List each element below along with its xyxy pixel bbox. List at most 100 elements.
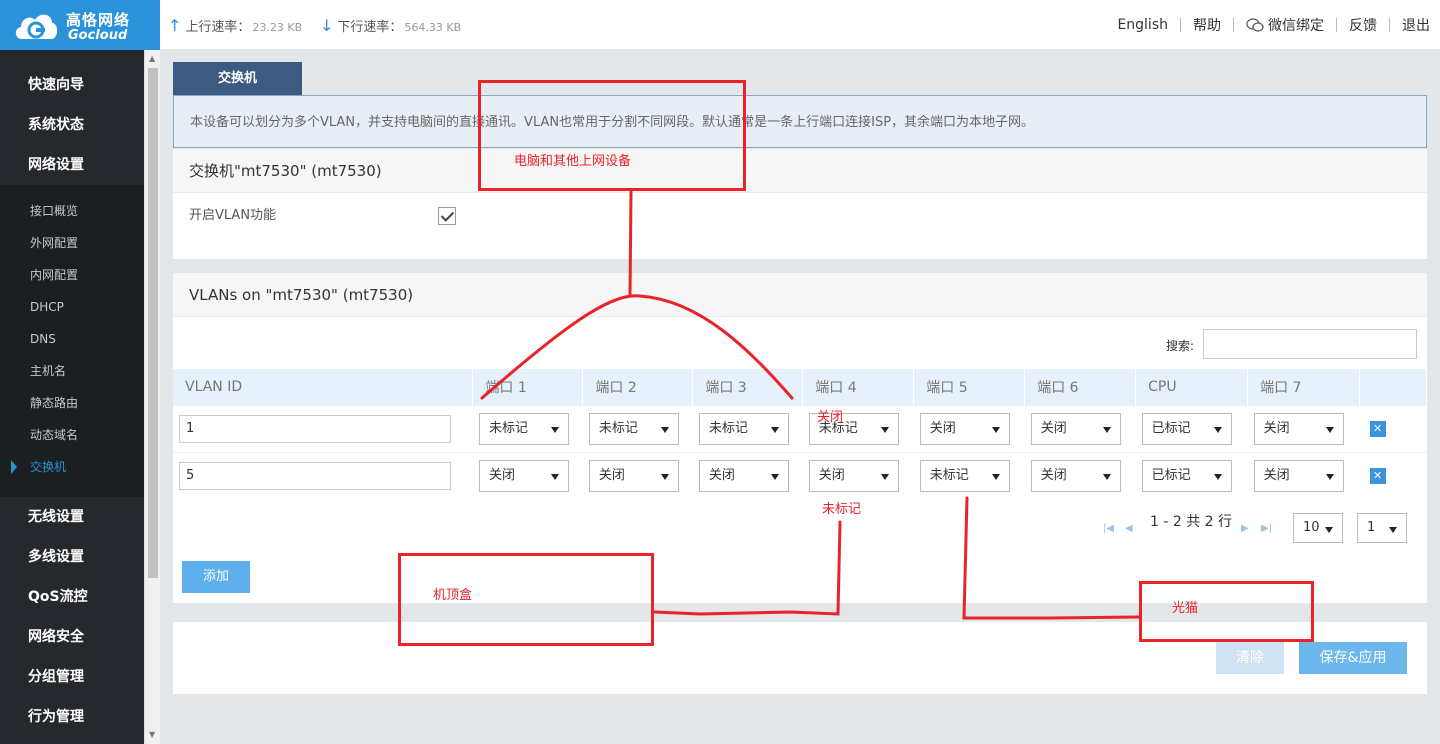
annotation-off-label: 关闭 <box>817 410 844 425</box>
vlan-id-input[interactable]: 5 <box>179 461 451 490</box>
brand-logo[interactable]: 高恪网络 Gocloud <box>0 0 160 50</box>
port-select[interactable]: 关闭 <box>808 459 899 492</box>
col-header: 端口 3 <box>692 369 804 405</box>
annotation-modem-label: 光猫 <box>1172 601 1199 616</box>
add-vlan-button[interactable]: 添加 <box>182 561 250 593</box>
nav-divider <box>1336 18 1337 32</box>
brand-name-cn: 高恪网络 <box>66 11 131 29</box>
download-speed: ↓ 下行速率： 564.33 KB <box>320 16 461 35</box>
scroll-up-icon[interactable]: ▲ <box>149 54 155 63</box>
annotation-untagged-label: 未标记 <box>822 502 862 517</box>
port-select[interactable]: 关闭 <box>919 412 1010 445</box>
delete-row-icon[interactable]: ✕ <box>1369 467 1386 484</box>
last-page-icon[interactable]: ▶| <box>1261 523 1272 534</box>
search-input[interactable] <box>1203 329 1417 359</box>
sidebar-subitem-interfaces[interactable]: 接口概览 <box>0 195 144 227</box>
table-row: 1 未标记 未标记 未标记 未标记 关闭 关闭 已标记 关闭 ✕ <box>173 404 1427 452</box>
port-select[interactable]: 关闭 <box>1030 412 1121 445</box>
switch-panel: 交换机"mt7530" (mt7530) 开启VLAN功能 <box>173 149 1427 259</box>
sidebar-item-groups[interactable]: 分组管理 <box>0 657 144 697</box>
port-select[interactable]: 未标记 <box>698 412 789 445</box>
port-select[interactable]: 关闭 <box>698 459 789 492</box>
page-select[interactable]: 1 <box>1357 513 1407 543</box>
first-page-icon[interactable]: |◀ <box>1103 523 1114 534</box>
table-row: 5 关闭 关闭 关闭 关闭 未标记 关闭 已标记 关闭 ✕ <box>173 451 1427 499</box>
nav-feedback[interactable]: 反馈 <box>1349 15 1377 35</box>
wechat-icon <box>1246 18 1264 32</box>
table-header-row: VLAN ID 端口 1 端口 2 端口 3 端口 4 端口 5 端口 6 CP… <box>173 369 1427 405</box>
sidebar-item-behavior[interactable]: 行为管理 <box>0 697 144 737</box>
top-nav: English 帮助 微信绑定 反馈 退出 <box>1117 15 1440 35</box>
prev-page-icon[interactable]: ◀ <box>1125 523 1133 534</box>
sidebar: 快速向导 系统状态 网络设置 接口概览 外网配置 内网配置 DHCP DNS 主… <box>0 50 144 744</box>
nav-help[interactable]: 帮助 <box>1193 15 1221 35</box>
nav-english[interactable]: English <box>1117 17 1168 33</box>
sidebar-subitem-dns[interactable]: DNS <box>0 323 144 355</box>
port-select[interactable]: 关闭 <box>1253 412 1344 445</box>
vlan-panel-title: VLANs on "mt7530" (mt7530) <box>173 273 1427 317</box>
delete-row-icon[interactable]: ✕ <box>1369 420 1386 437</box>
port-select[interactable]: 已标记 <box>1141 459 1232 492</box>
port-select[interactable]: 关闭 <box>478 459 569 492</box>
sidebar-subitem-hostname[interactable]: 主机名 <box>0 355 144 387</box>
vlan-enable-label: 开启VLAN功能 <box>189 208 277 223</box>
sidebar-subitem-dhcp[interactable]: DHCP <box>0 291 144 323</box>
nav-divider <box>1233 18 1234 32</box>
search-label: 搜索: <box>1166 339 1195 353</box>
vlan-enable-row: 开启VLAN功能 <box>173 193 1427 239</box>
col-header: 端口 4 <box>802 369 915 405</box>
nav-divider <box>1389 18 1390 32</box>
sidebar-item-network-settings[interactable]: 网络设置 <box>0 145 144 185</box>
scroll-down-icon[interactable]: ▼ <box>149 730 155 739</box>
vlan-enable-checkbox[interactable] <box>438 207 456 225</box>
col-header: CPU <box>1135 369 1249 405</box>
sidebar-subitem-static-route[interactable]: 静态路由 <box>0 387 144 419</box>
upload-arrow-icon: ↑ <box>168 16 182 35</box>
scroll-thumb[interactable] <box>148 68 158 578</box>
col-header: VLAN ID <box>173 369 474 405</box>
vlan-id-input[interactable]: 1 <box>179 414 451 443</box>
port-select[interactable]: 关闭 <box>1030 459 1121 492</box>
page-size-select[interactable]: 10 <box>1293 513 1343 543</box>
annotation-pc-label: 电脑和其他上网设备 <box>514 154 632 169</box>
clear-button[interactable]: 清除 <box>1216 642 1284 674</box>
port-select[interactable]: 关闭 <box>1253 459 1344 492</box>
tab-switch[interactable]: 交换机 <box>173 62 302 95</box>
sidebar-scrollbar[interactable]: ▲ ▼ <box>144 50 160 744</box>
annotation-box-pc <box>478 80 746 191</box>
sidebar-item-security[interactable]: 网络安全 <box>0 617 144 657</box>
col-header-actions <box>1359 369 1427 405</box>
sidebar-subitem-ddns[interactable]: 动态域名 <box>0 419 144 451</box>
switch-panel-title: 交换机"mt7530" (mt7530) <box>173 149 1427 193</box>
notice-text: 本设备可以划分为多个VLAN，并支持电脑间的直接通讯。VLAN也常用于分割不同网… <box>173 95 1427 148</box>
upload-value: 23.23 KB <box>252 21 303 34</box>
download-arrow-icon: ↓ <box>320 16 334 35</box>
pager-text: 1 - 2 共 2 行 <box>1150 514 1233 530</box>
cloud-icon <box>15 14 58 39</box>
annotation-stb-label: 机顶盒 <box>433 588 473 603</box>
upload-speed: ↑ 上行速率： 23.23 KB <box>168 16 302 35</box>
port-select[interactable]: 未标记 <box>478 412 569 445</box>
sidebar-item-system-status[interactable]: 系统状态 <box>0 105 144 145</box>
nav-wechat[interactable]: 微信绑定 <box>1246 15 1324 35</box>
brand-name-en: Gocloud <box>68 28 128 43</box>
vlan-table: VLAN ID 端口 1 端口 2 端口 3 端口 4 端口 5 端口 6 CP… <box>173 369 1427 499</box>
sidebar-submenu: 接口概览 外网配置 内网配置 DHCP DNS 主机名 静态路由 动态域名 交换… <box>0 185 144 497</box>
sidebar-subitem-switch[interactable]: 交换机 <box>0 451 144 483</box>
sidebar-item-qos[interactable]: QoS流控 <box>0 577 144 617</box>
sidebar-item-quick-guide[interactable]: 快速向导 <box>0 65 144 105</box>
port-select[interactable]: 关闭 <box>588 459 679 492</box>
sidebar-subitem-wan[interactable]: 外网配置 <box>0 227 144 259</box>
sidebar-subitem-lan[interactable]: 内网配置 <box>0 259 144 291</box>
download-value: 564.33 KB <box>404 21 462 34</box>
sidebar-item-wireless[interactable]: 无线设置 <box>0 497 144 537</box>
col-header: 端口 7 <box>1247 369 1361 405</box>
vlan-panel: VLANs on "mt7530" (mt7530) 搜索: VLAN ID 端… <box>173 273 1427 603</box>
port-select[interactable]: 未标记 <box>919 459 1010 492</box>
save-apply-button[interactable]: 保存&应用 <box>1299 642 1407 674</box>
sidebar-item-multiline[interactable]: 多线设置 <box>0 537 144 577</box>
port-select[interactable]: 已标记 <box>1141 412 1232 445</box>
nav-logout[interactable]: 退出 <box>1402 15 1430 35</box>
next-page-icon[interactable]: ▶ <box>1241 523 1249 534</box>
port-select[interactable]: 未标记 <box>588 412 679 445</box>
